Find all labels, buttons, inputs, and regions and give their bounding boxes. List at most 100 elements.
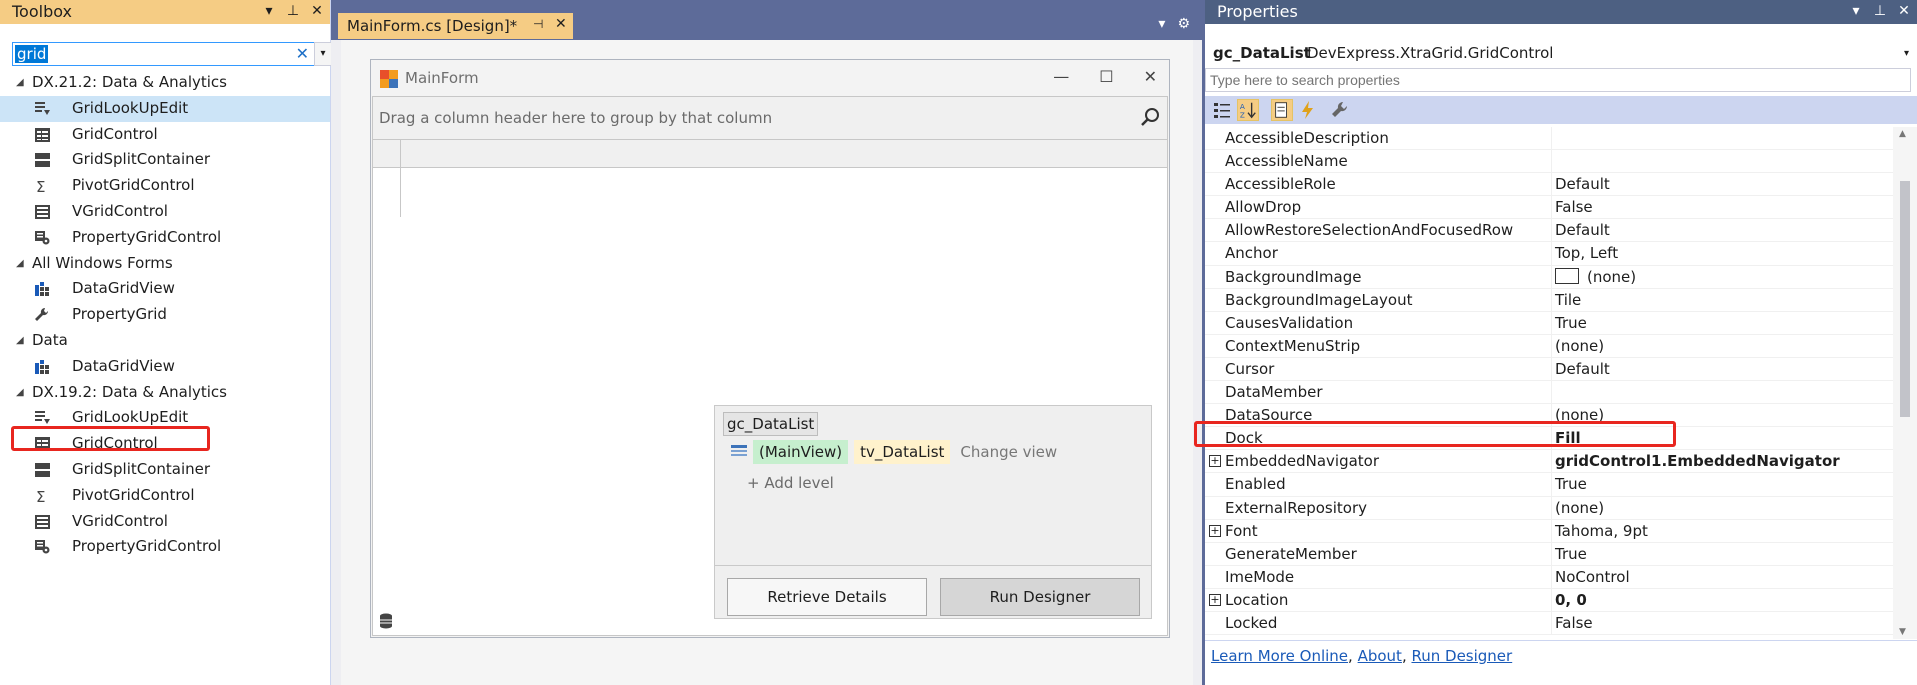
expand-arrow-icon[interactable]: ◢ (16, 251, 24, 276)
chevron-down-icon[interactable]: ▾ (1904, 48, 1909, 59)
property-value[interactable]: False (1551, 611, 1891, 635)
pin-icon[interactable]: ⊥ (286, 3, 300, 19)
expand-plus-icon[interactable]: + (1209, 593, 1221, 606)
group-panel[interactable]: Drag a column header here to group by th… (373, 97, 1167, 140)
property-value[interactable] (1551, 381, 1891, 405)
property-row[interactable]: Locked False (1205, 611, 1893, 636)
toolbox-group[interactable]: ◢ DX.19.2: Data & Analytics (0, 380, 330, 406)
change-view-link[interactable]: Change view (956, 440, 1061, 464)
expand-arrow-icon[interactable]: ◢ (16, 328, 24, 353)
toolbox-item[interactable]: GridSplitContainer (0, 457, 330, 483)
property-value[interactable]: True (1551, 311, 1891, 335)
dropdown-icon[interactable]: ▾ (1158, 16, 1165, 32)
property-value[interactable]: NoControl (1551, 565, 1891, 589)
categorized-icon[interactable] (1211, 99, 1233, 121)
property-value[interactable]: True (1551, 473, 1891, 497)
property-value[interactable]: Default (1551, 173, 1891, 197)
dropdown-icon[interactable]: ▾ (1849, 3, 1863, 19)
view-name-chip[interactable]: tv_DataList (854, 440, 951, 464)
scroll-up-icon[interactable]: ▲ (1899, 129, 1906, 139)
toolbox-item[interactable]: VGridControl (0, 509, 330, 535)
property-value[interactable]: Top, Left (1551, 242, 1891, 266)
expand-plus-icon[interactable]: + (1209, 524, 1221, 537)
property-value[interactable]: (none) (1551, 334, 1891, 358)
property-value[interactable]: (none) (1551, 496, 1891, 520)
property-value[interactable]: False (1551, 196, 1891, 220)
toolbox-item[interactable]: VGridControl (0, 199, 330, 225)
property-row[interactable]: Anchor Top, Left (1205, 242, 1893, 266)
property-scrollbar[interactable]: ▲ ▼ (1893, 127, 1917, 639)
toolbox-item[interactable]: GridLookUpEdit (0, 95, 330, 122)
property-row[interactable]: AllowDrop False (1205, 196, 1893, 220)
minimize-icon[interactable]: — (1053, 67, 1069, 86)
property-row[interactable]: ExternalRepository (none) (1205, 496, 1893, 520)
close-icon[interactable]: ✕ (1897, 3, 1911, 19)
property-value[interactable]: 0, 0 (1551, 588, 1891, 612)
clear-search-icon[interactable]: ✕ (296, 44, 309, 63)
toolbox-group[interactable]: ◢ DX.21.2: Data & Analytics (0, 70, 330, 96)
close-icon[interactable]: ✕ (555, 16, 567, 32)
property-row[interactable]: DataMember (1205, 381, 1893, 405)
object-selector[interactable]: gc_DataList DevExpress.XtraGrid.GridCont… (1205, 40, 1917, 68)
property-row[interactable]: GenerateMember True (1205, 542, 1893, 566)
expand-plus-icon[interactable]: + (1209, 455, 1221, 468)
toolbox-item[interactable]: DataGridView (0, 276, 330, 302)
toolbox-item[interactable]: Σ PivotGridControl (0, 173, 330, 199)
close-icon[interactable]: ✕ (310, 3, 324, 19)
toolbox-item[interactable]: GridControl (0, 122, 330, 148)
scroll-down-icon[interactable]: ▼ (1899, 627, 1906, 637)
property-value[interactable]: gridControl1.EmbeddedNavigator (1551, 450, 1891, 474)
property-row[interactable]: AccessibleDescription (1205, 127, 1893, 151)
add-level-link[interactable]: + Add level (747, 474, 834, 492)
property-value[interactable] (1551, 150, 1891, 174)
toolbox-search-dropdown[interactable]: ▾ (314, 42, 332, 66)
wrench-icon[interactable] (1329, 99, 1351, 121)
main-view-chip[interactable]: (MainView) (753, 440, 849, 464)
toolbox-item[interactable]: PropertyGridControl (0, 534, 330, 560)
toolbox-item[interactable]: Σ PivotGridControl (0, 483, 330, 509)
property-row[interactable]: + Location 0, 0 (1205, 588, 1893, 612)
expand-arrow-icon[interactable]: ◢ (16, 380, 24, 405)
property-row[interactable]: ContextMenuStrip (none) (1205, 334, 1893, 358)
run-designer-link[interactable]: Run Designer (1411, 647, 1512, 665)
toolbox-item[interactable]: PropertyGridControl (0, 225, 330, 251)
database-icon[interactable] (379, 613, 393, 629)
property-row[interactable]: BackgroundImageLayout Tile (1205, 288, 1893, 312)
property-value[interactable]: Default (1551, 219, 1891, 243)
property-row[interactable]: AllowRestoreSelectionAndFocusedRow Defaul… (1205, 219, 1893, 243)
property-row[interactable]: Cursor Default (1205, 357, 1893, 382)
pin-icon[interactable]: ⊣ (533, 17, 543, 31)
retrieve-details-button[interactable]: Retrieve Details (727, 578, 927, 616)
property-row[interactable]: BackgroundImage (none) (1205, 265, 1893, 289)
toolbox-search-input[interactable]: grid ✕ (12, 42, 318, 66)
tab-mainform-design[interactable]: MainForm.cs [Design]* ⊣ ✕ (338, 13, 573, 39)
property-value[interactable]: True (1551, 542, 1891, 566)
property-value[interactable]: (none) (1551, 265, 1891, 289)
pin-icon[interactable]: ⊥ (1873, 3, 1887, 19)
property-value[interactable]: Tahoma, 9pt (1551, 519, 1891, 543)
property-row[interactable]: Enabled True (1205, 473, 1893, 497)
property-row[interactable]: CausesValidation True (1205, 311, 1893, 335)
scrollbar-thumb[interactable] (1900, 181, 1910, 417)
property-value[interactable]: Tile (1551, 288, 1891, 312)
about-link[interactable]: About (1358, 647, 1402, 665)
properties-view-icon[interactable] (1271, 99, 1293, 121)
toolbox-item[interactable]: DataGridView (0, 354, 330, 380)
dropdown-icon[interactable]: ▾ (262, 3, 276, 19)
maximize-icon[interactable]: ☐ (1099, 67, 1113, 86)
gear-icon[interactable]: ⚙ (1177, 16, 1190, 32)
property-row[interactable]: AccessibleName (1205, 150, 1893, 174)
property-row[interactable]: + Font Tahoma, 9pt (1205, 519, 1893, 543)
search-icon[interactable] (1139, 105, 1163, 129)
toolbox-item[interactable]: PropertyGrid (0, 302, 330, 328)
close-icon[interactable]: ✕ (1144, 67, 1157, 86)
property-row[interactable]: ImeMode NoControl (1205, 565, 1893, 589)
alphabetical-icon[interactable]: A Z (1237, 99, 1259, 121)
property-value[interactable]: Default (1551, 357, 1891, 381)
expand-arrow-icon[interactable]: ◢ (16, 70, 24, 95)
run-designer-button[interactable]: Run Designer (940, 578, 1140, 616)
property-value[interactable] (1551, 127, 1891, 150)
toolbox-group[interactable]: ◢ Data (0, 328, 330, 354)
toolbox-item[interactable]: GridSplitContainer (0, 147, 330, 173)
property-row[interactable]: AccessibleRole Default (1205, 173, 1893, 197)
